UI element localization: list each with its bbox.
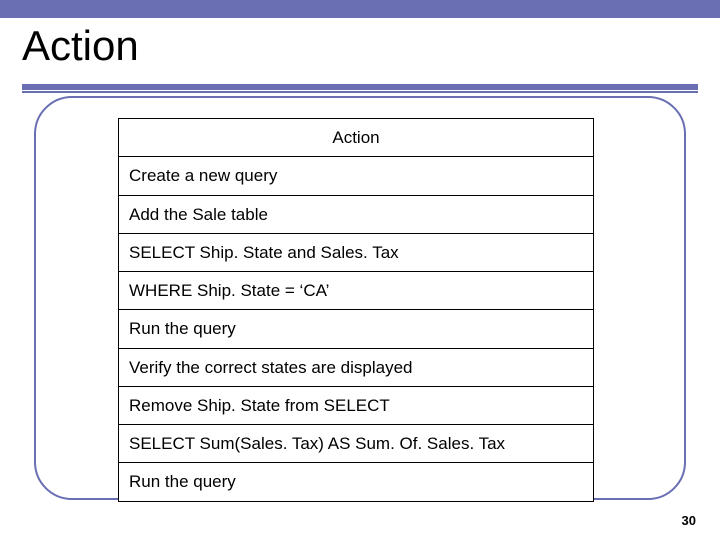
table-cell: Run the query (119, 463, 594, 501)
slide-topbar (0, 0, 720, 18)
table-row: Run the query (119, 463, 594, 501)
divider (22, 88, 698, 90)
table-row: Remove Ship. State from SELECT (119, 386, 594, 424)
table-row: Add the Sale table (119, 195, 594, 233)
table-row: Create a new query (119, 157, 594, 195)
table-row: SELECT Sum(Sales. Tax) AS Sum. Of. Sales… (119, 425, 594, 463)
table-cell: Remove Ship. State from SELECT (119, 386, 594, 424)
table-cell: Create a new query (119, 157, 594, 195)
table-row: Verify the correct states are displayed (119, 348, 594, 386)
table-row: Run the query (119, 310, 594, 348)
table-cell: Run the query (119, 310, 594, 348)
table-header: Action (119, 119, 594, 157)
table-cell: Verify the correct states are displayed (119, 348, 594, 386)
table-cell: WHERE Ship. State = ‘CA’ (119, 272, 594, 310)
action-table: Action Create a new query Add the Sale t… (118, 118, 594, 502)
table-cell: SELECT Sum(Sales. Tax) AS Sum. Of. Sales… (119, 425, 594, 463)
slide-title: Action (22, 22, 139, 70)
divider (22, 91, 698, 93)
table-cell: Add the Sale table (119, 195, 594, 233)
table-row: SELECT Ship. State and Sales. Tax (119, 233, 594, 271)
table-row: WHERE Ship. State = ‘CA’ (119, 272, 594, 310)
page-number: 30 (682, 513, 696, 528)
table-cell: SELECT Ship. State and Sales. Tax (119, 233, 594, 271)
